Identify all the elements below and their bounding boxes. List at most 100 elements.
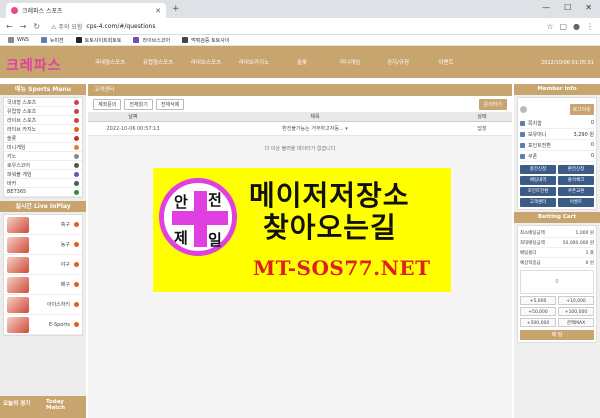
bookmark-item[interactable]: 뉴미젼 — [40, 37, 64, 44]
amount-button[interactable]: 잔액MAX — [558, 318, 594, 327]
extensions-icon[interactable]: ▢ — [559, 22, 567, 31]
left-sidebar: 메뉴 Sports Menu 국내형 스포츠 유럽형 스포츠 라이브 스포츠 라이브 … — [0, 84, 86, 418]
today-match-label: 오늘의 경기 — [3, 401, 31, 407]
inplay-item[interactable]: 축구 — [4, 215, 82, 235]
read-all-button[interactable]: 전체읽기 — [124, 98, 153, 110]
inplay-item[interactable]: 농구 — [4, 235, 82, 255]
sidebar-item-label: 라이브 카지노 — [7, 126, 37, 133]
nav-european-sports[interactable]: 유럽형스포츠 — [134, 58, 182, 66]
sidebar-item-sport[interactable]: 라이브 카지노 — [4, 125, 82, 134]
close-window-icon[interactable]: ✕ — [585, 3, 592, 12]
sport-icon — [74, 144, 79, 150]
inplay-item[interactable]: E-Sports — [4, 315, 82, 335]
cross-shape — [172, 211, 228, 225]
sport-icon — [74, 117, 79, 123]
member-action-button[interactable]: 쿠폰교환 — [558, 187, 594, 196]
sidebar-item-label: BET365 — [7, 189, 27, 195]
sidebar-item-sport[interactable]: 키노 — [4, 152, 82, 161]
safety-first-badge: 안 전 제 일 — [159, 178, 237, 256]
amount-button[interactable]: +100,000 — [558, 307, 594, 316]
nav-notice-rules[interactable]: 공지/규정 — [374, 58, 422, 66]
member-action-button[interactable]: 고객센터 — [520, 198, 556, 207]
logout-button[interactable]: 로그아웃 — [569, 103, 594, 115]
bet-amount-box[interactable]: 0 — [520, 270, 594, 294]
ball-icon — [74, 322, 79, 327]
nav-event[interactable]: 이벤트 — [422, 58, 470, 66]
bookmark-item[interactable]: 라이브스코어 — [133, 37, 170, 44]
sport-figure-icon — [7, 256, 29, 273]
member-action-button[interactable]: 이벤트 — [558, 198, 594, 207]
sidebar-item-sport[interactable]: 파워볼 게임 — [4, 170, 82, 179]
amount-button[interactable]: +10,000 — [558, 296, 594, 305]
member-info-panel: 로그아웃 쪽지함 0 보유머니 3,290 원 포인트전환 0 쿠폰 0 충전신청 환전신청 베팅… — [517, 97, 597, 210]
member-action-button[interactable]: 베팅내역 — [520, 176, 556, 185]
sidebar-item-label: 키노 — [7, 153, 17, 160]
ad-banner[interactable]: 안 전 제 일 메이저저장소 찾아오는길 MT-SOS77.NET — [153, 168, 451, 292]
site-logo[interactable]: 크레파스 — [6, 55, 62, 75]
member-action-button[interactable]: 환전신청 — [558, 165, 594, 174]
profile-icon[interactable]: ● — [573, 22, 580, 31]
amount-button[interactable]: +5,000 — [520, 296, 556, 305]
inplay-item[interactable]: 아이스하키 — [4, 295, 82, 315]
nav-live-casino[interactable]: 라이브카지노 — [230, 58, 278, 66]
nav-slot[interactable]: 슬롯 — [278, 58, 326, 66]
tab-close-icon[interactable]: ✕ — [155, 7, 161, 15]
sidebar-item-sport[interactable]: 로우스코어 — [4, 161, 82, 170]
sports-menu-list: 국내형 스포츠 유럽형 스포츠 라이브 스포츠 라이브 카지노 슬롯 미니게임 키노 로우스코… — [3, 97, 83, 198]
account-inquiry-button[interactable]: 계좌문의 — [93, 98, 122, 110]
member-action-button[interactable]: 출석체크 — [558, 176, 594, 185]
member-action-button[interactable]: 포인트전환 — [520, 187, 556, 196]
inplay-label: 축구 — [60, 222, 70, 228]
row-status: 답장 — [477, 126, 487, 132]
member-info-row[interactable]: 쿠폰 0 — [520, 151, 594, 162]
bookmark-star-icon[interactable]: ☆ — [546, 22, 553, 31]
cart-row: 최소배팅금액 1,000 원 — [520, 228, 594, 238]
nav-live-sports[interactable]: 라이브스포츠 — [182, 58, 230, 66]
nav-domestic-sports[interactable]: 국내형스포츠 — [86, 58, 134, 66]
bookmark-item[interactable]: 토토사이트회토토 — [75, 37, 121, 44]
bet-button[interactable]: 배 팅 — [520, 330, 594, 340]
amount-button[interactable]: +50,000 — [520, 307, 556, 316]
member-info-row[interactable]: 쪽지함 0 — [520, 118, 594, 129]
info-value: 3,290 원 — [573, 131, 594, 138]
browser-tab-bar: 크레파스 스포츠 ✕ + — ☐ ✕ — [0, 0, 600, 18]
col-title: 제목 — [310, 114, 320, 120]
bookmark-item[interactable]: 먹튀검증 토토사이 — [182, 37, 229, 44]
sidebar-item-sport[interactable]: BET365 — [4, 188, 82, 197]
sidebar-item-sport[interactable]: 미니게임 — [4, 143, 82, 152]
sidebar-item-sport[interactable]: 바카 — [4, 179, 82, 188]
maximize-icon[interactable]: ☐ — [564, 3, 571, 12]
member-action-buttons: 충전신청 환전신청 베팅내역 출석체크 포인트전환 쿠폰교환 고객센터 이벤트 — [520, 165, 594, 207]
sport-icon — [74, 126, 79, 132]
bookmark-item[interactable]: WNS — [8, 37, 29, 43]
browser-tab[interactable]: 크레파스 스포츠 ✕ — [6, 3, 166, 18]
nav-minigame[interactable]: 미니게임 — [326, 58, 374, 66]
member-info-row[interactable]: 보유머니 3,290 원 — [520, 129, 594, 140]
new-tab-icon[interactable]: + — [172, 4, 180, 14]
sidebar-item-sport[interactable]: 국내형 스포츠 — [4, 98, 82, 107]
info-icon — [520, 142, 525, 148]
amount-button[interactable]: +500,000 — [520, 318, 556, 327]
inplay-item[interactable]: 야구 — [4, 255, 82, 275]
badge-char: 일 — [208, 231, 222, 249]
right-sidebar: Member Info 로그아웃 쪽지함 0 보유머니 3,290 원 포인트전환 0 쿠폰… — [514, 84, 600, 418]
row-date: 2022-10-06 00:57:13 — [106, 125, 160, 132]
member-info-row[interactable]: 포인트전환 0 — [520, 140, 594, 151]
forward-icon[interactable]: → — [20, 22, 27, 31]
security-warning[interactable]: ⚠ 주의 요함 — [51, 22, 82, 31]
cart-label: 최대배팅금액 — [520, 240, 545, 246]
back-icon[interactable]: ← — [6, 22, 13, 31]
minimize-icon[interactable]: — — [542, 3, 550, 12]
inplay-item[interactable]: 배구 — [4, 275, 82, 295]
member-action-button[interactable]: 충전신청 — [520, 165, 556, 174]
delete-all-button[interactable]: 전체삭제 — [155, 98, 185, 110]
table-row[interactable]: 2022-10-06 00:57:13 환전불가능는 거부하고자동... ▾ 답… — [88, 122, 512, 136]
sidebar-item-sport[interactable]: 라이브 스포츠 — [4, 116, 82, 125]
menu-icon[interactable]: ⋮ — [586, 22, 594, 31]
reload-icon[interactable]: ↻ — [33, 22, 40, 31]
sidebar-item-sport[interactable]: 유럽형 스포츠 — [4, 107, 82, 116]
address-field[interactable]: ⚠ 주의 요함 cps-4.com/#/questions — [51, 20, 539, 32]
inquiry-button[interactable]: 문의하기 — [478, 98, 507, 110]
sidebar-item-sport[interactable]: 슬롯 — [4, 134, 82, 143]
member-info-rows: 쪽지함 0 보유머니 3,290 원 포인트전환 0 쿠폰 0 — [520, 118, 594, 162]
